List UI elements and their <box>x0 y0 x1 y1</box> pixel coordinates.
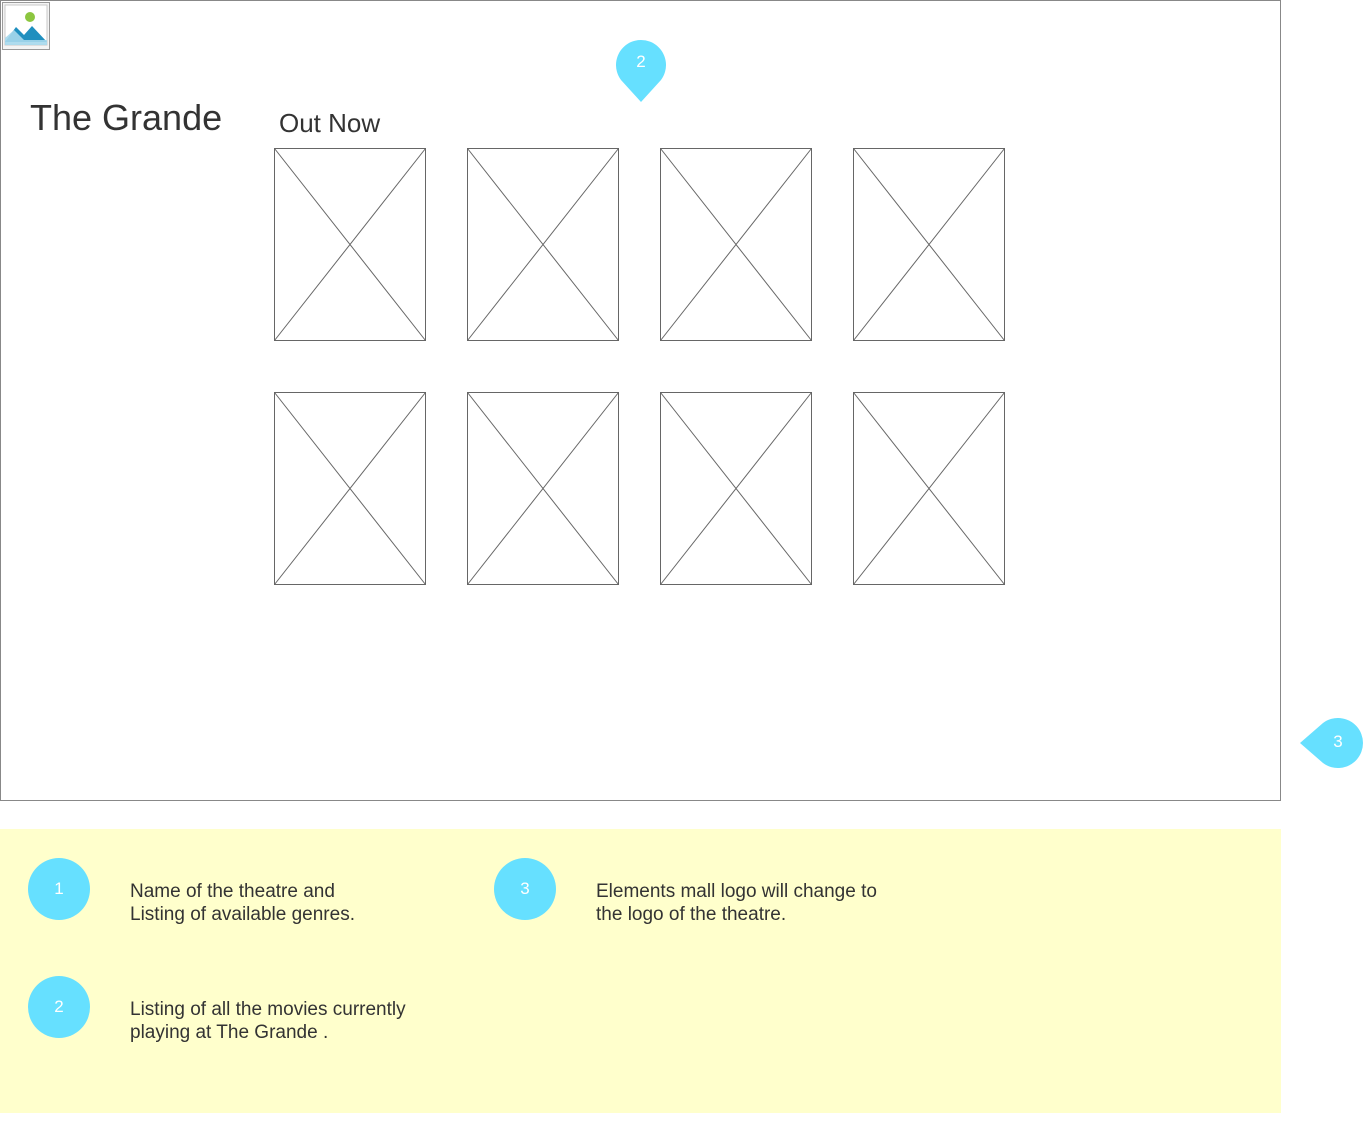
image-placeholder-icon <box>274 392 426 585</box>
movie-poster-2[interactable] <box>467 148 619 341</box>
image-placeholder-icon <box>853 148 1005 341</box>
note-text-2: Listing of all the movies currently play… <box>130 999 406 1043</box>
image-placeholder-icon <box>274 148 426 341</box>
note-text-1: Name of the theatre and Listing of avail… <box>130 881 355 925</box>
annotation-notes-panel: 1 Name of the theatre and Listing of ava… <box>0 829 1281 1113</box>
wireframe-frame: The Grande Out Now <box>0 0 1281 801</box>
out-now-heading: Out Now <box>279 108 381 138</box>
movie-poster-5[interactable] <box>274 392 426 585</box>
note-number-3: 3 <box>494 858 556 920</box>
note-number-2: 2 <box>28 976 90 1038</box>
callout-marker-2: 2 <box>616 38 666 104</box>
movie-poster-3[interactable] <box>660 148 812 341</box>
note-text-3: Elements mall logo will change to the lo… <box>596 881 877 925</box>
movie-poster-6[interactable] <box>467 392 619 585</box>
image-placeholder-icon <box>660 392 812 585</box>
image-placeholder-icon <box>467 148 619 341</box>
image-placeholder-icon <box>853 392 1005 585</box>
image-placeholder-icon <box>467 392 619 585</box>
movie-poster-8[interactable] <box>853 392 1005 585</box>
movie-poster-7[interactable] <box>660 392 812 585</box>
callout-marker-number: 2 <box>636 52 646 71</box>
note-number-1: 1 <box>28 858 90 920</box>
movie-poster-4[interactable] <box>853 148 1005 341</box>
movie-poster-1[interactable] <box>274 148 426 341</box>
image-placeholder-icon <box>660 148 812 341</box>
callout-marker-number: 3 <box>1333 732 1343 751</box>
logo-placeholder-icon[interactable] <box>2 2 50 50</box>
theatre-name: The Grande <box>30 97 223 138</box>
callout-marker-3: 3 <box>1299 718 1364 768</box>
